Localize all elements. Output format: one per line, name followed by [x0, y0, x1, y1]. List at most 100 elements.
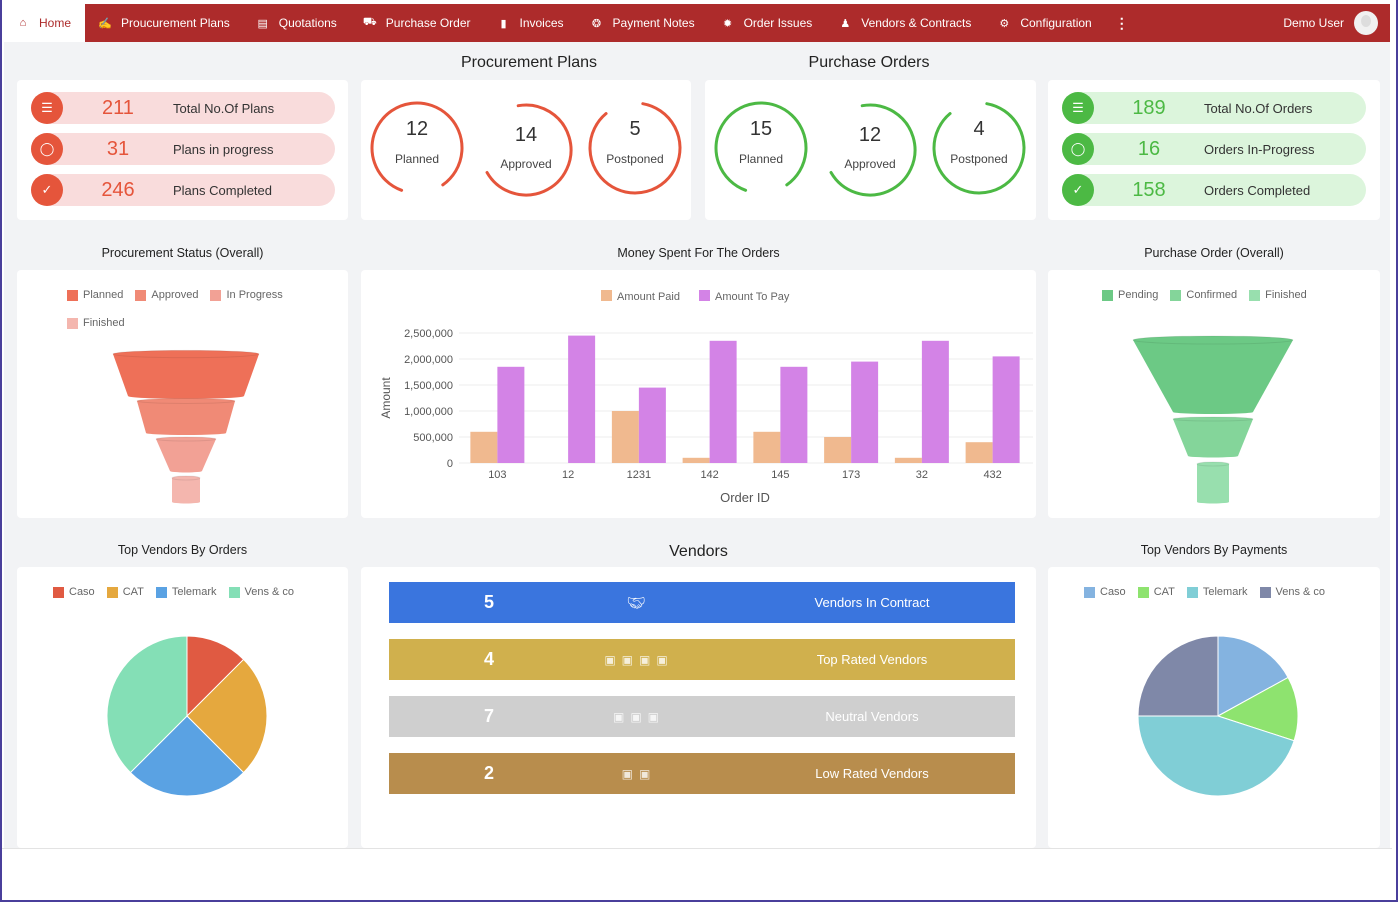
bar-amount-to-pay-145 — [780, 366, 808, 463]
vendor-row-label: Vendors In Contract — [814, 595, 930, 610]
nav-item-proucurement-plans[interactable]: ✍ Proucurement Plans — [85, 4, 243, 42]
bar-amount-paid-145 — [753, 431, 781, 463]
ring-planned: 12 Planned — [369, 100, 465, 196]
ring-value: 14 — [514, 124, 538, 146]
orders-stats-card: ☰ 189 Total No.Of Orders ◯ 16 Orders In-Progr… — [1048, 80, 1380, 220]
y-tick-label: 2,000,000 — [404, 354, 453, 366]
purchase-funnel-card: Pending Confirmed Finished — [1048, 270, 1380, 518]
x-axis-label: Order ID — [720, 490, 770, 505]
stat-label: Total No.Of Plans — [173, 100, 275, 116]
ring-postponed: 4 Postponed — [931, 100, 1027, 196]
stat-label: Plans Completed — [173, 182, 272, 198]
ring-arc — [714, 101, 808, 192]
ring-value: 15 — [749, 118, 773, 140]
ring-label: Approved — [500, 157, 552, 171]
nav-item-vendors-contracts[interactable]: ♟ Vendors & Contracts — [825, 4, 984, 42]
handshake-icon: 🤝︎ — [626, 594, 652, 612]
vendor-row-low-rated-vendors[interactable]: 2 ▣▣ Low Rated Vendors — [389, 753, 1015, 794]
bar-amount-to-pay-103 — [497, 366, 525, 463]
y-tick-label: 0 — [447, 458, 453, 470]
stat-label: Total No.Of Orders — [1204, 100, 1313, 116]
procurement-funnel-card: Planned Approved In Progress Finished — [17, 270, 348, 518]
stat-row: ✓ 158 Orders Completed — [1062, 174, 1366, 206]
nav-item-label: Purchase Order — [385, 16, 471, 30]
vendors-title: Vendors — [669, 543, 728, 560]
ring-value: 5 — [629, 118, 641, 140]
check-circle-icon: ✓ — [31, 174, 63, 206]
vendors-payments-pie-card: Caso CAT Telemark Vens & co — [1048, 567, 1380, 848]
money-spent-card: Amount Paid Amount To Pay 0 500,000 1,000,00… — [361, 270, 1036, 518]
bug-icon: ✹ — [722, 17, 733, 30]
nav-item-order-issues[interactable]: ✹ Order Issues — [708, 4, 826, 42]
y-tick-label: 1,500,000 — [404, 380, 453, 392]
star-badge-icon: ▣▣▣▣ — [604, 652, 674, 667]
sliders-icon: ☰ — [31, 92, 63, 124]
y-axis-label: Amount — [379, 377, 393, 419]
stat-value: 189 — [1132, 96, 1166, 119]
nav-item-home[interactable]: ⌂ Home — [2, 4, 86, 42]
y-tick-label: 500,000 — [413, 432, 453, 444]
ring-label: Postponed — [606, 152, 664, 166]
ring-approved: 14 Approved — [478, 102, 574, 198]
bar-amount-to-pay-432 — [992, 356, 1020, 463]
truck-icon: ⛟ — [362, 16, 377, 28]
legend-label: Amount Paid — [617, 291, 680, 303]
funnel-segment-finished — [1196, 461, 1230, 504]
spinner-icon: ◯ — [1062, 133, 1094, 165]
ring-planned: 15 Planned — [713, 100, 809, 196]
vendor-row-label: Low Rated Vendors — [815, 766, 929, 781]
nav-item-label: Payment Notes — [612, 16, 695, 30]
user-menu[interactable]: Demo User — [1283, 11, 1390, 35]
ring-label: Approved — [844, 157, 896, 171]
legend-swatch — [601, 290, 612, 301]
vendor-row-neutral-vendors[interactable]: 7 ▣▣▣ Neutral Vendors — [389, 696, 1015, 737]
person-icon: ♟ — [840, 17, 851, 30]
legend-label: Amount To Pay — [715, 291, 790, 303]
vendor-row-label: Top Rated Vendors — [816, 652, 928, 667]
nav-item-payment-notes[interactable]: ❂ Payment Notes — [577, 4, 708, 42]
funnel-segment-finished — [171, 475, 201, 504]
more-options-icon[interactable]: ⋮ — [1105, 15, 1139, 32]
check-circle-icon: ✓ — [1062, 174, 1094, 206]
nav-item-label: Vendors & Contracts — [861, 16, 972, 30]
vendor-row-vendors-in-contract[interactable]: 5 🤝︎ Vendors In Contract — [389, 582, 1015, 623]
nav-item-label: Configuration — [1020, 16, 1092, 30]
funnel-segment-confirmed — [1172, 416, 1254, 458]
bar-amount-to-pay-12 — [568, 335, 596, 463]
home-icon: ⌂ — [19, 17, 27, 29]
purchase-orders-title: Purchase Orders — [808, 54, 930, 71]
bar-amount-to-pay-173 — [851, 361, 879, 463]
nav-item-quotations[interactable]: ▤ Quotations — [243, 4, 350, 42]
stat-value: 31 — [106, 137, 130, 160]
stat-label: Plans in progress — [173, 141, 274, 157]
x-tick-label: 32 — [916, 469, 928, 481]
ring-arc — [829, 103, 917, 197]
stat-value: 16 — [1137, 137, 1161, 160]
ring-value: 12 — [858, 124, 882, 146]
nav-item-invoices[interactable]: ▮ Invoices — [484, 4, 577, 42]
bar-amount-paid-1231 — [611, 411, 639, 463]
stat-label: Orders Completed — [1204, 182, 1311, 198]
vendor-row-count: 2 — [483, 763, 494, 783]
vendor-row-label: Neutral Vendors — [825, 709, 919, 724]
ring-label: Postponed — [950, 152, 1008, 166]
legend-item: Amount Paid — [601, 290, 680, 303]
ring-approved: 12 Approved — [822, 102, 918, 198]
vendor-row-top-rated-vendors[interactable]: 4 ▣▣▣▣ Top Rated Vendors — [389, 639, 1015, 680]
funnel-segment-planned — [112, 349, 260, 399]
stat-value: 158 — [1132, 178, 1166, 201]
stat-row: ☰ 211 Total No.Of Plans — [31, 92, 335, 124]
nav-item-label: Proucurement Plans — [121, 16, 230, 30]
nav-item-purchase-order[interactable]: ⛟ Purchase Order — [350, 4, 484, 42]
ring-arc — [485, 103, 573, 197]
stat-row: ◯ 16 Orders In-Progress — [1062, 133, 1366, 165]
stat-value: 246 — [101, 178, 135, 201]
ring-value: 4 — [973, 118, 985, 140]
money-spent-title: Money Spent For The Orders — [617, 246, 780, 260]
nav-item-configuration[interactable]: ⚙ Configuration — [984, 4, 1104, 42]
nav-item-label: Home — [39, 16, 72, 30]
bar-amount-to-pay-142 — [709, 340, 737, 463]
stat-row: ☰ 189 Total No.Of Orders — [1062, 92, 1366, 124]
star-badge-icon: ▣▣ — [621, 766, 657, 781]
ring-arc — [370, 101, 464, 192]
